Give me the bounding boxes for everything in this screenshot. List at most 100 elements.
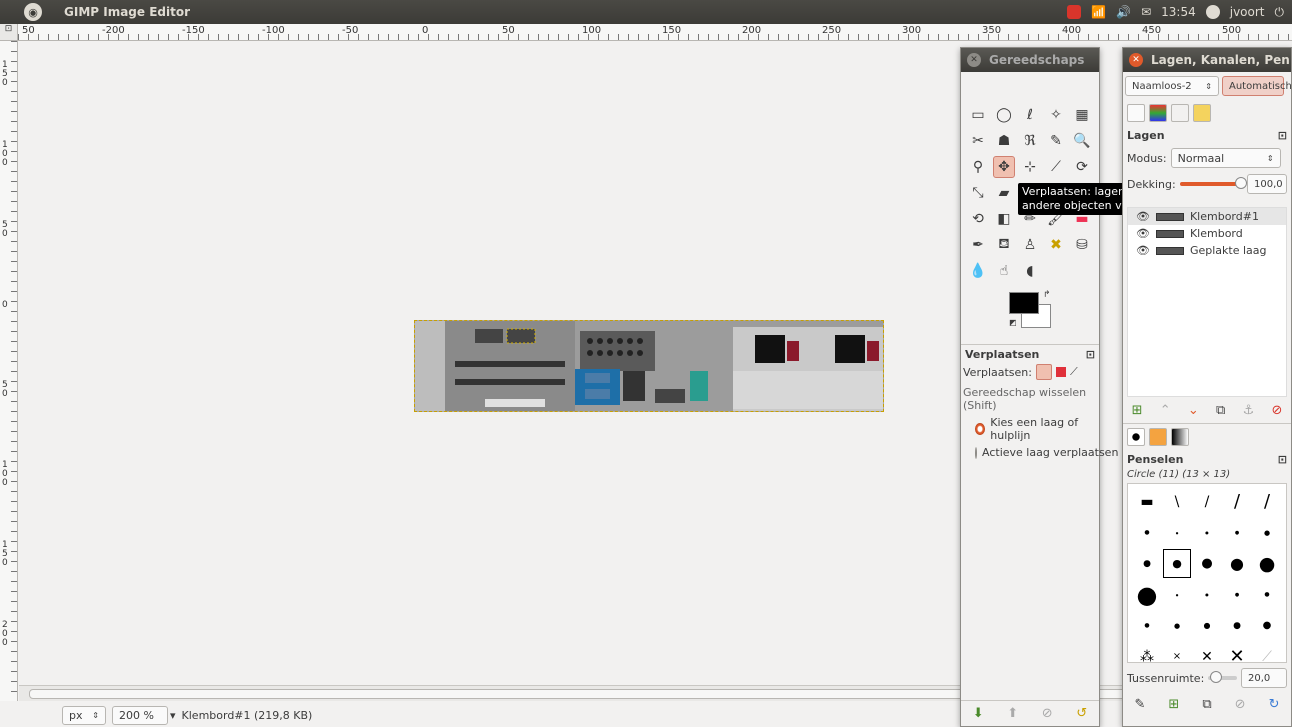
- mail-icon[interactable]: ✉: [1141, 5, 1151, 19]
- spacing-handle[interactable]: [1210, 671, 1223, 683]
- blend-icon[interactable]: ◧: [993, 208, 1015, 230]
- foreground-color[interactable]: [1009, 292, 1039, 314]
- restore-options-icon[interactable]: ⬆: [1007, 706, 1018, 721]
- brush-item[interactable]: ●: [1222, 610, 1252, 641]
- brush-item[interactable]: ●: [1252, 517, 1282, 548]
- refresh-brushes-icon[interactable]: ↻: [1269, 697, 1280, 712]
- wilber-drop-area[interactable]: [961, 72, 1099, 98]
- brush-grid[interactable]: ▬ \ / / / ● ● ● ● ● ● ● ● ● ● ● ● ● ● ● …: [1127, 483, 1287, 663]
- new-layer-icon[interactable]: ⊞: [1132, 403, 1143, 418]
- layer-row[interactable]: 👁 Klembord#1: [1128, 208, 1286, 225]
- image-select[interactable]: Naamloos-2 ⇕: [1125, 76, 1219, 96]
- brush-item[interactable]: ●: [1222, 517, 1252, 548]
- brush-item[interactable]: ●: [1192, 610, 1222, 641]
- horizontal-scrollbar[interactable]: [19, 685, 1292, 701]
- free-select-icon[interactable]: ℓ: [1019, 104, 1041, 126]
- horizontal-ruler[interactable]: 50 -200 -150 -100 -50 0 50 100 150 200 250 300 350 40…: [18, 24, 1292, 41]
- mode-select[interactable]: Normaal ⇕: [1170, 148, 1281, 168]
- toolbox-titlebar[interactable]: ✕ Gereedschaps: [961, 48, 1099, 72]
- brush-item[interactable]: /: [1252, 486, 1282, 517]
- opacity-value[interactable]: 100,0: [1247, 174, 1287, 194]
- tab-menu-icon[interactable]: ⊡: [1278, 453, 1287, 466]
- shear-icon[interactable]: ▰: [993, 182, 1015, 204]
- clock[interactable]: 13:54: [1161, 5, 1196, 19]
- crop-icon[interactable]: ⟋: [1045, 156, 1067, 178]
- opacity-handle[interactable]: [1235, 177, 1247, 189]
- blur-icon[interactable]: 💧: [967, 260, 989, 282]
- bucket-fill-icon[interactable]: ⛾: [993, 234, 1015, 256]
- record-icon[interactable]: [1067, 5, 1082, 19]
- measure-icon[interactable]: ⚲: [967, 156, 989, 178]
- move-layer-icon[interactable]: [1035, 364, 1052, 380]
- eye-icon[interactable]: 👁: [1136, 244, 1150, 257]
- brushes-tab-icon[interactable]: [1127, 428, 1145, 446]
- edit-brush-icon[interactable]: ✎: [1135, 697, 1146, 712]
- layers-titlebar[interactable]: ✕ Lagen, Kanalen, Pen: [1123, 48, 1291, 72]
- brush-item[interactable]: ●: [1192, 517, 1222, 548]
- brush-item[interactable]: ●: [1162, 517, 1192, 548]
- zoom-icon[interactable]: 🔍: [1071, 130, 1093, 152]
- wifi-icon[interactable]: 📶: [1091, 5, 1106, 19]
- brush-item-selected[interactable]: ●: [1162, 548, 1192, 579]
- tab-menu-icon[interactable]: ⊡: [1086, 348, 1095, 361]
- anchor-layer-icon[interactable]: ⚓: [1243, 403, 1255, 418]
- layer-row[interactable]: 👁 Klembord: [1128, 225, 1286, 242]
- heal-icon[interactable]: ✖: [1045, 234, 1067, 256]
- align-icon[interactable]: ⊹: [1019, 156, 1041, 178]
- delete-layer-icon[interactable]: ⊘: [1271, 403, 1282, 418]
- layer-row[interactable]: 👁 Geplakte laag: [1128, 242, 1286, 259]
- scissors-icon[interactable]: ✂: [967, 130, 989, 152]
- brush-item[interactable]: ●: [1252, 610, 1282, 641]
- scale-icon[interactable]: ⤡: [967, 182, 989, 204]
- clone-icon[interactable]: ♙: [1019, 234, 1041, 256]
- fuzzy-select-icon[interactable]: ✧: [1045, 104, 1067, 126]
- cage-icon[interactable]: ⟲: [967, 208, 989, 230]
- move-tool-icon[interactable]: ✥: [993, 156, 1015, 178]
- power-icon[interactable]: ⏻: [1275, 5, 1285, 20]
- raise-layer-icon[interactable]: ⌃: [1160, 403, 1171, 418]
- radio-pick-layer[interactable]: Kies een laag of hulplijn: [975, 416, 1099, 442]
- layers-tab-icon[interactable]: [1127, 104, 1145, 122]
- brush-item[interactable]: ⁂: [1132, 641, 1162, 663]
- brush-item[interactable]: ⟋: [1252, 641, 1282, 663]
- new-brush-icon[interactable]: ⊞: [1168, 697, 1179, 712]
- brush-item[interactable]: \: [1162, 486, 1192, 517]
- unit-select[interactable]: px ⇕: [62, 706, 106, 725]
- close-icon[interactable]: ✕: [967, 53, 981, 67]
- brush-item[interactable]: ✕: [1192, 641, 1222, 663]
- perspective-clone-icon[interactable]: ⛁: [1071, 234, 1093, 256]
- brush-item[interactable]: ●: [1162, 579, 1192, 610]
- radio-active-layer[interactable]: Actieve laag verplaatsen: [975, 446, 1118, 459]
- undo-tab-icon[interactable]: [1193, 104, 1211, 122]
- lower-layer-icon[interactable]: ⌄: [1188, 403, 1199, 418]
- brush-item[interactable]: ●: [1222, 579, 1252, 610]
- pasted-image-server-rear[interactable]: [414, 320, 884, 412]
- patterns-tab-icon[interactable]: [1149, 428, 1167, 446]
- tab-menu-icon[interactable]: ⊡: [1278, 129, 1287, 142]
- gimp-logo-icon[interactable]: ◉: [24, 3, 42, 21]
- foreground-select-icon[interactable]: ☗: [993, 130, 1015, 152]
- user-name[interactable]: jvoort: [1230, 5, 1265, 19]
- brush-item[interactable]: ×: [1162, 641, 1192, 662]
- zoom-select[interactable]: 200 %: [112, 706, 168, 725]
- rect-select-icon[interactable]: ▭: [967, 104, 989, 126]
- reset-options-icon[interactable]: ↺: [1076, 706, 1087, 721]
- duplicate-layer-icon[interactable]: ⧉: [1216, 403, 1225, 418]
- default-colors-icon[interactable]: ◩: [1009, 318, 1017, 327]
- user-icon[interactable]: [1205, 5, 1220, 19]
- spacing-slider[interactable]: [1208, 671, 1237, 683]
- brush-item[interactable]: ●: [1252, 579, 1282, 610]
- paths-tab-icon[interactable]: [1171, 104, 1189, 122]
- opacity-slider[interactable]: [1179, 177, 1247, 189]
- brush-item[interactable]: /: [1222, 486, 1252, 517]
- radio-dot-on[interactable]: [975, 423, 986, 435]
- airbrush-icon[interactable]: ✒: [967, 234, 989, 256]
- save-options-icon[interactable]: ⬇: [973, 706, 984, 721]
- move-selection-icon[interactable]: [1055, 367, 1066, 377]
- brush-item[interactable]: ●: [1252, 548, 1282, 579]
- ellipse-select-icon[interactable]: ◯: [993, 104, 1015, 126]
- vertical-ruler[interactable]: 150 100 50 0 50 100 150 200: [0, 41, 18, 701]
- dodge-burn-icon[interactable]: ◖: [1019, 260, 1041, 282]
- brush-item[interactable]: ●: [1132, 548, 1162, 579]
- auto-button[interactable]: Automatisch: [1222, 76, 1292, 96]
